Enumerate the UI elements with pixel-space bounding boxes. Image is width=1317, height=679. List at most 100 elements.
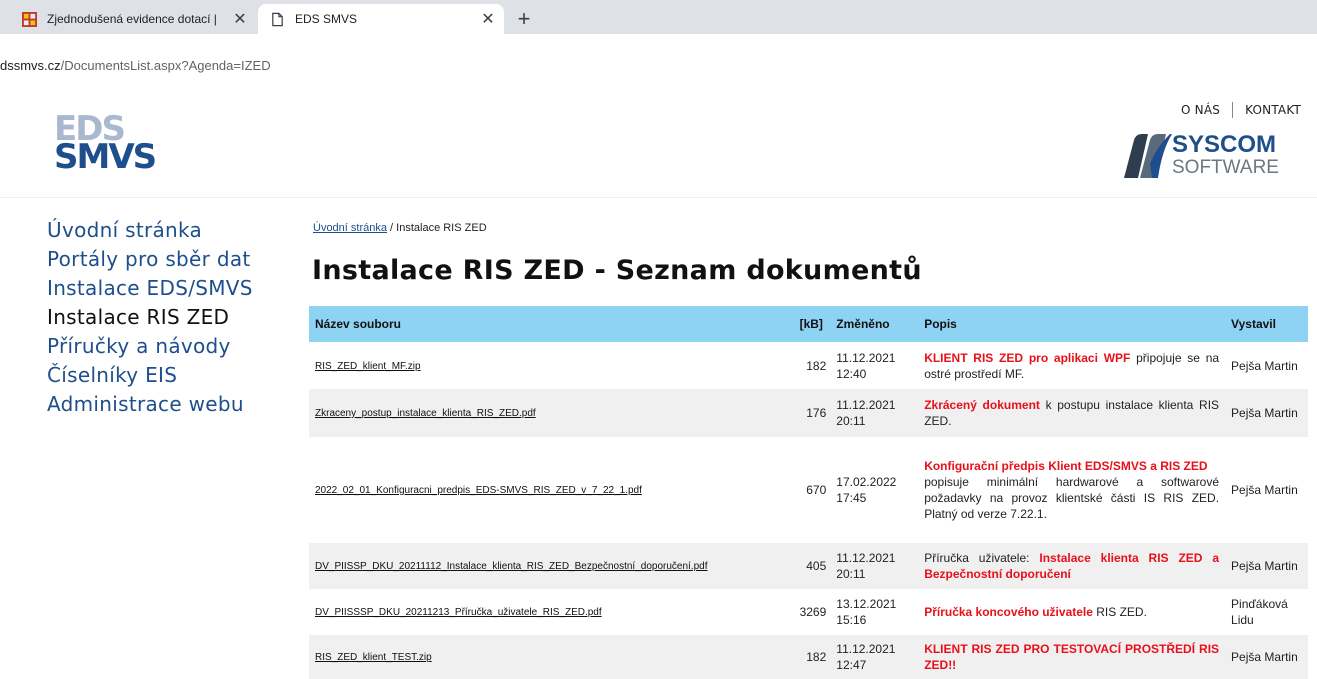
table-row: DV_PIISSSP_DKU_20211213_Příručka_uživate…: [309, 589, 1308, 635]
author-cell: Pejša Martin: [1231, 483, 1298, 497]
column-header-file[interactable]: Název souboru: [309, 306, 794, 342]
browser-tab-2-active[interactable]: EDS SMVS ✕: [258, 4, 504, 34]
documents-table: Název souboru [kB] Změněno Popis Vystavi…: [309, 306, 1308, 679]
time: 17:45: [836, 491, 867, 505]
sidebar-item-admin[interactable]: Administrace webu: [47, 390, 253, 419]
size-cell: 670: [806, 483, 827, 497]
nav-contact-link[interactable]: KONTAKT: [1245, 103, 1301, 117]
author-cell: Pejša Martin: [1225, 635, 1308, 679]
page-icon: [272, 12, 283, 26]
author-cell: Pejša Martin: [1231, 358, 1298, 373]
size-cell: 182: [806, 358, 827, 373]
browser-tab-1[interactable]: Zjednodušená evidence dotací | ✕: [0, 4, 256, 34]
author-cell: Pejša Martin: [1225, 389, 1308, 437]
file-link[interactable]: RIS_ZED_klient_MF.zip: [315, 361, 421, 372]
site-header: EDS SMVS O NÁS KONTAKT SYSCOM SOFTWARE: [0, 82, 1317, 198]
breadcrumb-current: Instalace RIS ZED: [396, 222, 487, 234]
time: 12:40: [836, 366, 867, 381]
sidebar-navigation: Úvodní stránka Portály pro sběr dat Inst…: [47, 216, 253, 419]
description-text: popisuje minimální hardwarové a softwaro…: [924, 475, 1220, 521]
tab-title: Zjednodušená evidence dotací |: [47, 12, 217, 26]
description-highlight: Zkrácený dokument: [924, 398, 1040, 412]
date-cell: 17.02.2022 17:45: [830, 437, 918, 543]
url-text[interactable]: dssmvs.cz/DocumentsList.aspx?Agenda=IZED: [0, 58, 271, 73]
sidebar-item-portals[interactable]: Portály pro sběr dat: [47, 245, 253, 274]
description-cell: Zkrácený dokument k postupu instalace kl…: [918, 389, 1226, 437]
date-cell: 11.12.2021 12:47: [830, 635, 919, 679]
time: 15:16: [836, 613, 867, 627]
table-header-row: Název souboru [kB] Změněno Popis Vystavi…: [309, 306, 1308, 342]
browser-tab-strip: Zjednodušená evidence dotací | ✕ EDS SMV…: [0, 0, 1317, 34]
date: 13.12.2021: [836, 597, 897, 611]
time: 20:11: [836, 567, 866, 581]
file-link[interactable]: RIS_ZED_klient_TEST.zip: [315, 652, 432, 663]
description-cell: KLIENT RIS ZED PRO TESTOVACÍ PROSTŘEDÍ R…: [918, 635, 1226, 679]
description-cell: Příručka koncového uživatele RIS ZED.: [918, 589, 1225, 635]
description-cell: KLIENT RIS ZED pro aplikaci WPF připojuj…: [918, 342, 1225, 389]
column-header-size[interactable]: [kB]: [793, 306, 831, 342]
size-cell: 3269: [799, 605, 827, 619]
tab-title: EDS SMVS: [295, 12, 358, 26]
file-cell: RIS_ZED_klient_MF.zip: [309, 342, 794, 389]
syscom-software-logo[interactable]: SYSCOM SOFTWARE: [1122, 126, 1306, 180]
column-header-description[interactable]: Popis: [918, 306, 1226, 342]
sidebar-item-install-ris-zed[interactable]: Instalace RIS ZED: [47, 303, 253, 332]
time: 20:11: [836, 414, 866, 428]
date-cell: 11.12.2021 12:40: [830, 342, 918, 389]
file-cell: Zkraceny_postup_instalace_klienta_RIS_ZE…: [309, 389, 794, 437]
author-cell: Pejša Martin: [1225, 543, 1308, 589]
site-favicon-icon: [22, 11, 37, 27]
sidebar-item-codelists[interactable]: Číselníky EIS: [47, 361, 253, 390]
date: 17.02.2022: [836, 475, 897, 489]
date: 11.12.2021: [836, 551, 896, 565]
time: 12:47: [836, 658, 867, 672]
description-prefix: Příručka uživatele:: [924, 551, 1040, 565]
size-cell: 176: [793, 389, 831, 437]
description-highlight: KLIENT RIS ZED pro aplikaci WPF: [924, 350, 1131, 365]
size-cell: 182: [793, 635, 831, 679]
date-cell: 11.12.2021 20:11: [830, 389, 919, 437]
date: 11.12.2021: [836, 642, 896, 656]
date: 11.12.2021: [836, 398, 896, 412]
file-link[interactable]: DV_PIISSSP_DKU_20211213_Příručka_uživate…: [315, 607, 602, 618]
file-link[interactable]: DV_PIISSP_DKU_20211112_Instalace_klienta…: [315, 561, 707, 572]
sidebar-item-home[interactable]: Úvodní stránka: [47, 216, 253, 245]
file-link[interactable]: 2022_02_01_Konfiguracni_predpis_EDS-SMVS…: [315, 485, 642, 496]
size-cell: 405: [793, 543, 831, 589]
table-row: Zkraceny_postup_instalace_klienta_RIS_ZE…: [309, 389, 1308, 437]
url-path: /DocumentsList.aspx?Agenda=IZED: [60, 58, 271, 73]
date-cell: 13.12.2021 15:16: [830, 589, 918, 635]
table-row: RIS_ZED_klient_TEST.zip 182 11.12.2021 12…: [309, 635, 1308, 679]
close-tab-icon[interactable]: ✕: [230, 9, 250, 29]
top-navigation: O NÁS KONTAKT: [1181, 102, 1301, 118]
date: 11.12.2021: [836, 350, 896, 365]
close-tab-icon[interactable]: ✕: [478, 9, 498, 29]
page-title: Instalace RIS ZED - Seznam dokumentů: [312, 255, 922, 286]
nav-separator: [1232, 102, 1234, 118]
table-row: DV_PIISSP_DKU_20211112_Instalace_klienta…: [309, 543, 1308, 589]
description-highlight: KLIENT RIS ZED PRO TESTOVACÍ PROSTŘEDÍ R…: [924, 642, 1220, 672]
nav-about-link[interactable]: O NÁS: [1181, 103, 1220, 117]
svg-text:SMVS: SMVS: [54, 137, 155, 172]
svg-text:SOFTWARE: SOFTWARE: [1172, 157, 1279, 178]
file-cell: DV_PIISSP_DKU_20211112_Instalace_klienta…: [309, 543, 794, 589]
file-link[interactable]: Zkraceny_postup_instalace_klienta_RIS_ZE…: [315, 408, 536, 419]
table-row: 2022_02_01_Konfiguracni_predpis_EDS-SMVS…: [309, 437, 1308, 543]
description-highlight: Příručka koncového uživatele: [924, 605, 1093, 619]
date-cell: 11.12.2021 20:11: [830, 543, 919, 589]
file-cell: 2022_02_01_Konfiguracni_predpis_EDS-SMVS…: [309, 437, 794, 543]
description-text: RIS ZED.: [1092, 605, 1147, 619]
author-cell: Pinďáková Lidu: [1231, 597, 1288, 627]
file-cell: DV_PIISSSP_DKU_20211213_Příručka_uživate…: [309, 589, 794, 635]
sidebar-item-manuals[interactable]: Příručky a návody: [47, 332, 253, 361]
svg-text:SYSCOM: SYSCOM: [1172, 131, 1276, 158]
column-header-author[interactable]: Vystavil: [1225, 306, 1308, 342]
description-cell: Konfigurační předpis Klient EDS/SMVS a R…: [918, 437, 1225, 543]
breadcrumb-home-link[interactable]: Úvodní stránka: [313, 222, 387, 234]
new-tab-plus-icon[interactable]: +: [512, 8, 536, 32]
eds-smvs-logo[interactable]: EDS SMVS: [52, 110, 182, 172]
column-header-date[interactable]: Změněno: [830, 306, 919, 342]
description-cell: Příručka uživatele: Instalace klienta RI…: [918, 543, 1226, 589]
sidebar-item-install-eds-smvs[interactable]: Instalace EDS/SMVS: [47, 274, 253, 303]
file-cell: RIS_ZED_klient_TEST.zip: [309, 635, 794, 679]
